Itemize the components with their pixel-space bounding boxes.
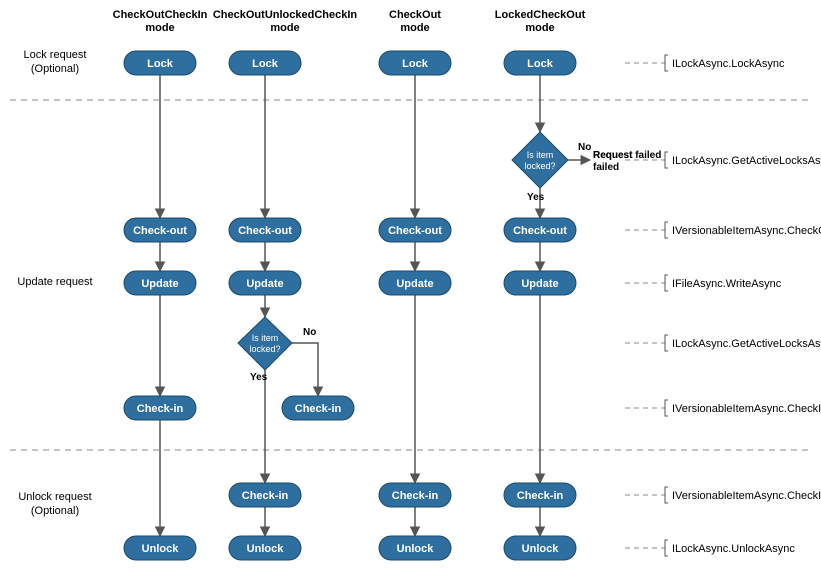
c3-checkout-node: Check-out: [379, 218, 451, 242]
c2-lock-node: Lock: [229, 51, 301, 75]
svg-text:Yes: Yes: [250, 372, 268, 383]
api-checkin-1: IVersionableItemAsync.CheckInAsync: [625, 400, 821, 416]
col-header-2: CheckOutUnlockedCheckInmode: [213, 9, 358, 34]
svg-text:No: No: [303, 327, 316, 338]
svg-text:LockedCheckOut: LockedCheckOut: [495, 9, 586, 21]
svg-text:(Optional): (Optional): [31, 63, 79, 75]
svg-text:failed: failed: [593, 162, 619, 173]
svg-text:Is item: Is item: [252, 333, 279, 343]
c4-checkin-node: Check-in: [504, 483, 576, 507]
c4-checkout-node: Check-out: [504, 218, 576, 242]
api-lock: ILockAsync.LockAsync: [625, 55, 785, 71]
c3-checkin-node: Check-in: [379, 483, 451, 507]
c2-decision-node: Is item locked? No Yes: [238, 317, 316, 383]
svg-text:CheckOut: CheckOut: [389, 9, 441, 21]
c2-checkin-right-node: Check-in: [282, 396, 354, 420]
svg-text:Update request: Update request: [17, 276, 92, 288]
svg-text:Unlock: Unlock: [142, 543, 180, 555]
svg-text:Yes: Yes: [527, 192, 545, 203]
svg-text:mode: mode: [145, 22, 174, 34]
svg-text:Check-in: Check-in: [517, 490, 564, 502]
svg-text:Check-in: Check-in: [242, 490, 289, 502]
svg-text:IVersionableItemAsync.CheckOut: IVersionableItemAsync.CheckOutAsync: [672, 225, 821, 237]
svg-text:locked?: locked?: [249, 344, 280, 354]
svg-text:IVersionableItemAsync.CheckInA: IVersionableItemAsync.CheckInAsync: [672, 490, 821, 502]
svg-text:Lock: Lock: [402, 58, 429, 70]
svg-text:Request: Request: [593, 150, 633, 161]
api-getactive-2: ILockAsync.GetActiveLocksAsync: [625, 335, 821, 351]
api-unlock: ILockAsync.UnlockAsync: [625, 540, 795, 556]
svg-text:Check-in: Check-in: [295, 403, 342, 415]
svg-text:ILockAsync.GetActiveLocksAsync: ILockAsync.GetActiveLocksAsync: [672, 155, 821, 167]
api-write: IFileAsync.WriteAsync: [625, 275, 782, 291]
svg-text:Lock: Lock: [527, 58, 554, 70]
c1-update-node: Update: [124, 271, 196, 295]
c2-update-node: Update: [229, 271, 301, 295]
svg-text:Check-in: Check-in: [137, 403, 184, 415]
svg-text:mode: mode: [525, 22, 554, 34]
c4-update-node: Update: [504, 271, 576, 295]
svg-text:(Optional): (Optional): [31, 505, 79, 517]
c2-checkout-node: Check-out: [229, 218, 301, 242]
svg-text:ILockAsync.LockAsync: ILockAsync.LockAsync: [672, 58, 785, 70]
svg-text:CheckOutUnlockedCheckIn: CheckOutUnlockedCheckIn: [213, 9, 358, 21]
svg-text:Update: Update: [246, 278, 283, 290]
c4-unlock-node: Unlock: [504, 536, 576, 560]
c3-lock-node: Lock: [379, 51, 451, 75]
col-header-3: CheckOutmode: [389, 9, 441, 34]
svg-text:Check-out: Check-out: [388, 225, 442, 237]
svg-text:No: No: [578, 142, 591, 153]
c1-lock-node: Lock: [124, 51, 196, 75]
svg-text:CheckOutCheckIn: CheckOutCheckIn: [113, 9, 208, 21]
svg-text:Check-out: Check-out: [133, 225, 187, 237]
svg-text:Check-out: Check-out: [238, 225, 292, 237]
c1-unlock-node: Unlock: [124, 536, 196, 560]
svg-text:IVersionableItemAsync.CheckInA: IVersionableItemAsync.CheckInAsync: [672, 403, 821, 415]
api-checkout: IVersionableItemAsync.CheckOutAsync: [625, 222, 821, 238]
svg-text:Is item: Is item: [527, 150, 554, 160]
svg-text:Lock: Lock: [147, 58, 174, 70]
svg-text:Check-out: Check-out: [513, 225, 567, 237]
c2-no-branch: [292, 343, 318, 396]
svg-text:Unlock: Unlock: [522, 543, 560, 555]
svg-text:IFileAsync.WriteAsync: IFileAsync.WriteAsync: [672, 278, 782, 290]
svg-text:Unlock: Unlock: [397, 543, 435, 555]
col-header-1: CheckOutCheckInmode: [113, 9, 208, 34]
svg-text:Update: Update: [521, 278, 558, 290]
col-header-4: LockedCheckOutmode: [495, 9, 586, 34]
c4-request-failed-lines: Requestfailed: [593, 150, 633, 173]
c3-unlock-node: Unlock: [379, 536, 451, 560]
row-unlock-request: Unlock request (Optional): [18, 491, 91, 517]
svg-text:mode: mode: [400, 22, 429, 34]
c3-update-node: Update: [379, 271, 451, 295]
svg-text:Update: Update: [396, 278, 433, 290]
c2-checkin-bottom-node: Check-in: [229, 483, 301, 507]
svg-text:ILockAsync.GetActiveLocksAsync: ILockAsync.GetActiveLocksAsync: [672, 338, 821, 350]
svg-text:mode: mode: [270, 22, 299, 34]
row-update-request: Update request: [17, 276, 92, 288]
c4-decision-node: Is item locked? No Yes: [512, 132, 591, 203]
svg-text:locked?: locked?: [524, 161, 555, 171]
svg-text:ILockAsync.UnlockAsync: ILockAsync.UnlockAsync: [672, 543, 795, 555]
c2-unlock-node: Unlock: [229, 536, 301, 560]
svg-text:Unlock request: Unlock request: [18, 491, 91, 503]
row-lock-request: Lock request (Optional): [24, 49, 87, 75]
svg-text:Lock request: Lock request: [24, 49, 87, 61]
svg-text:Check-in: Check-in: [392, 490, 439, 502]
c1-checkin-node: Check-in: [124, 396, 196, 420]
c4-lock-node: Lock: [504, 51, 576, 75]
c1-checkout-node: Check-out: [124, 218, 196, 242]
svg-text:Unlock: Unlock: [247, 543, 285, 555]
svg-text:Lock: Lock: [252, 58, 279, 70]
svg-text:Update: Update: [141, 278, 178, 290]
api-checkin-2: IVersionableItemAsync.CheckInAsync: [625, 487, 821, 503]
